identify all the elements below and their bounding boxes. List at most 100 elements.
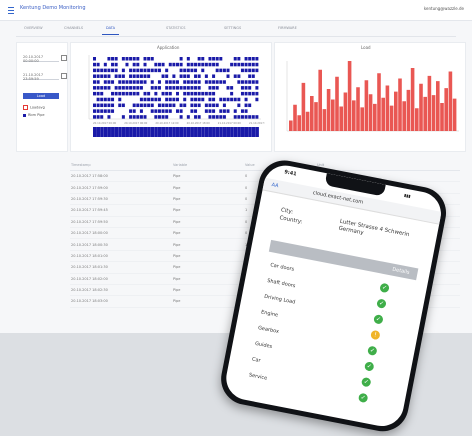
check-ok-icon: ✓ (357, 392, 369, 404)
scatter-point (157, 97, 161, 102)
scatter-point (143, 57, 147, 61)
tab-data[interactable]: Data (101, 26, 120, 35)
account-email[interactable]: kentung@wazzle.de (424, 6, 464, 11)
date-from-field[interactable]: 20.10.2017 00:00:00 (23, 55, 59, 63)
scatter-point (111, 109, 115, 113)
scatter-point (255, 68, 259, 73)
scatter-point (233, 115, 237, 119)
scatter-point (244, 68, 248, 73)
x-tick-label: 20.10.2017 06:00 (124, 121, 147, 125)
scatter-point (176, 109, 179, 113)
scatter-point (186, 91, 190, 96)
scatter-point (136, 103, 140, 108)
scatter-point (125, 80, 129, 84)
scatter-point (139, 74, 143, 78)
scatter-point (186, 57, 190, 61)
scatter-point (132, 91, 136, 96)
scatter-strip-point (248, 127, 252, 137)
scatter-point (237, 62, 241, 67)
table-cell: Pipe (172, 193, 244, 206)
scatter-point (143, 115, 147, 119)
url-text[interactable]: cloud.exact-net.com (312, 190, 363, 206)
scatter-point (96, 74, 100, 78)
scatter-strip-point (96, 127, 101, 137)
scatter-point (139, 80, 143, 84)
col-timestamp[interactable]: Timestamp (70, 160, 172, 171)
scatter-point (186, 80, 190, 84)
scatter-point (240, 91, 244, 96)
load-bar (431, 95, 436, 131)
load-bar (297, 115, 301, 131)
scatter-point (100, 86, 104, 90)
scatter-point (255, 97, 259, 102)
load-bar (410, 68, 415, 131)
col-variable[interactable]: Variable (172, 160, 244, 171)
calendar-from-icon[interactable] (61, 55, 67, 61)
scatter-point (165, 103, 169, 108)
scatter-point (150, 80, 154, 84)
scatter-point (255, 91, 259, 96)
scatter-point (132, 103, 136, 108)
tab-channels[interactable]: Channels (64, 26, 83, 30)
scatter-point (121, 91, 125, 96)
load-button[interactable]: Load (23, 93, 59, 99)
date-to-field[interactable]: 21.10.2017 23:59:59 (23, 73, 59, 81)
scatter-point (212, 103, 216, 108)
scatter-point (121, 86, 125, 90)
scatter-point (114, 57, 118, 61)
load-bar (385, 85, 390, 131)
scatter-point (212, 109, 216, 113)
scatter-strip-point (222, 127, 227, 137)
scatter-point (165, 86, 169, 90)
details-bar[interactable]: Details (268, 239, 419, 281)
scatter-point (93, 91, 96, 96)
scatter-point (240, 68, 244, 73)
scatter-point (255, 62, 259, 67)
legend-loadavg[interactable]: Loadavg (23, 105, 45, 110)
scatter-point (93, 109, 96, 113)
scatter-point (114, 91, 118, 96)
scatter-point (179, 68, 183, 73)
scatter-point (212, 80, 216, 84)
scatter-point (103, 68, 107, 73)
legend-rbm-pipe[interactable]: Rbm Pipe (23, 113, 45, 117)
scatter-point (147, 68, 151, 73)
table-cell: Pipe (172, 181, 244, 194)
tab-statistics[interactable]: Statistics (166, 26, 185, 30)
scatter-point (179, 109, 183, 113)
scatter-point (103, 80, 107, 84)
x-tick-label: 20.10.2017 00:00 (93, 121, 116, 125)
hamburger-menu-icon[interactable] (8, 7, 14, 14)
reader-mode-button[interactable]: AA (271, 182, 279, 189)
scatter-point (183, 74, 187, 78)
table-cell: 20.10.2017 18:00:30 (70, 238, 172, 251)
scatter-strip-point (186, 127, 191, 137)
scatter-point (111, 97, 115, 102)
scatter-point (212, 97, 216, 102)
scatter-point (132, 57, 136, 61)
col-unit[interactable]: Unit (316, 160, 460, 171)
load-bar (356, 87, 360, 131)
tab-overview[interactable]: Overview (24, 26, 43, 30)
scatter-point (212, 91, 216, 96)
scatter-point (197, 103, 201, 108)
scatter-strip-point (150, 127, 155, 137)
scatter-strip-point (93, 127, 97, 137)
scatter-point (255, 57, 259, 61)
scatter-point (222, 68, 226, 73)
load-bar (322, 109, 327, 131)
scatter-strip-point (230, 127, 234, 137)
tab-firmware[interactable]: Firmware (278, 26, 297, 30)
scatter-point (251, 68, 255, 73)
tab-settings[interactable]: Settings (224, 26, 241, 30)
scatter-point (215, 57, 219, 61)
scatter-point (197, 86, 201, 90)
scatter-point (161, 91, 165, 96)
calendar-to-icon[interactable] (61, 73, 67, 79)
scatter-point (201, 91, 205, 96)
scatter-point (93, 57, 96, 61)
scatter-point (248, 103, 252, 108)
scatter-point (219, 109, 223, 113)
scatter-point (255, 115, 259, 119)
scatter-point (179, 62, 183, 67)
